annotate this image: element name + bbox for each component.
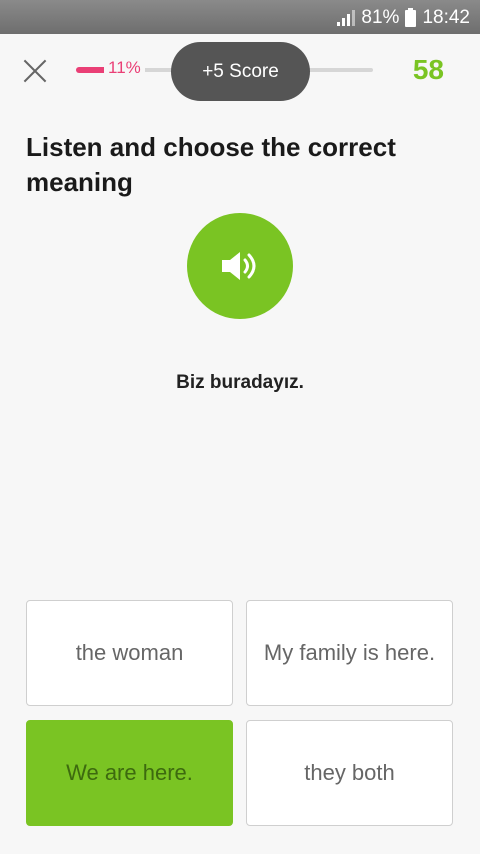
answer-option[interactable]: My family is here.: [246, 600, 453, 706]
progress-percent: 11%: [104, 58, 145, 78]
lesson-header: 11% +5 Score 58: [0, 34, 480, 108]
speaker-icon: [222, 252, 256, 280]
target-phrase: Biz buradayız.: [176, 372, 304, 393]
close-icon[interactable]: [22, 58, 48, 84]
status-bar: 81% 18:42: [0, 0, 480, 34]
question-prompt: Listen and choose the correct meaning: [26, 132, 396, 197]
play-audio-button[interactable]: [187, 213, 293, 319]
score-counter: 58: [412, 54, 444, 85]
signal-icon: [337, 10, 356, 26]
status-icons: 81% 18:42: [337, 6, 470, 30]
answer-option[interactable]: the woman: [26, 600, 233, 706]
battery-icon: [405, 7, 417, 27]
answer-option[interactable]: We are here.: [26, 720, 233, 826]
battery-percent: 81%: [361, 7, 400, 28]
clock: 18:42: [422, 7, 470, 28]
score-toast: +5 Score: [171, 42, 310, 101]
answer-option[interactable]: they both: [246, 720, 453, 826]
